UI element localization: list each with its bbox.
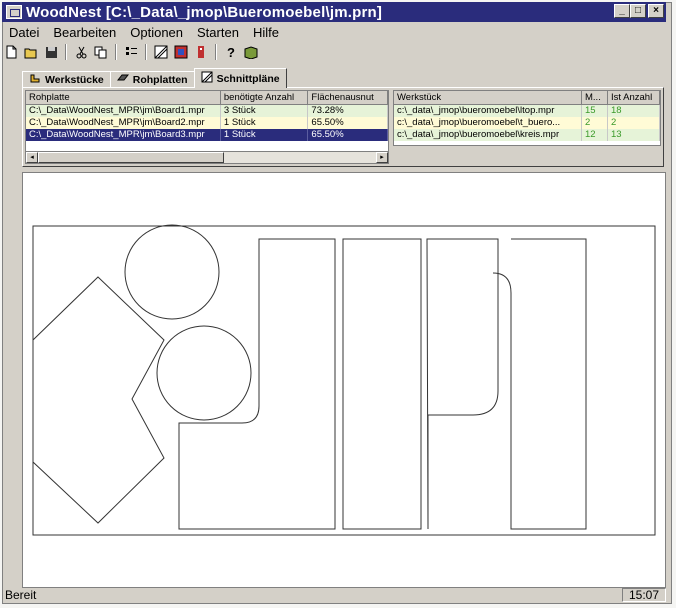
- scroll-left-icon[interactable]: ◂: [26, 152, 38, 163]
- tab-schnittplaene[interactable]: Schnittpläne: [193, 68, 287, 88]
- title-bar[interactable]: WoodNest [C:\_Data\_jmop\Bueromoebel\jm.…: [2, 2, 666, 22]
- parts-table: Werkstück M... Ist Anzahl c:\_data\_jmop…: [393, 90, 661, 146]
- menu-bar: Datei Bearbeiten Optionen Starten Hilfe: [2, 23, 286, 41]
- tab-label: Rohplatten: [132, 73, 188, 86]
- cell-m: 2: [582, 117, 608, 129]
- l-part-left: [178, 238, 336, 530]
- cell-path: C:\_Data\WoodNest_MPR\jm\Board2.mpr: [26, 117, 221, 129]
- cell-ist: 2: [608, 117, 660, 129]
- tab-strip: Werkstücke Rohplatten Schnittpläne: [22, 68, 287, 88]
- tab-label: Werkstücke: [45, 73, 104, 86]
- scroll-right-icon[interactable]: ▸: [376, 152, 388, 163]
- table-header: Rohplatte benötigte Anzahl Flächenausnut: [26, 91, 388, 105]
- cutplan-drawing: [32, 224, 656, 536]
- menu-starten[interactable]: Starten: [190, 25, 246, 40]
- tab-werkstuecke[interactable]: Werkstücke: [22, 71, 111, 88]
- hexagon-part: [32, 276, 165, 524]
- column-header-anzahl[interactable]: benötigte Anzahl: [220, 91, 309, 105]
- color-icon[interactable]: [172, 43, 190, 61]
- board-outline: [32, 225, 656, 536]
- cutplan-icon: [201, 71, 213, 86]
- cell-usage: 73.28%: [308, 105, 388, 117]
- tab-label: Schnittpläne: [216, 72, 280, 85]
- status-bar: Bereit 15:07: [2, 588, 666, 602]
- menu-hilfe[interactable]: Hilfe: [246, 25, 286, 40]
- cell-count: 3 Stück: [221, 105, 309, 117]
- help-icon[interactable]: ?: [222, 43, 240, 61]
- cell-ist: 18: [608, 105, 660, 117]
- column-header-m[interactable]: M...: [582, 91, 608, 105]
- save-icon[interactable]: [42, 43, 60, 61]
- scroll-thumb[interactable]: [38, 152, 224, 163]
- column-header-werkstueck[interactable]: Werkstück: [394, 91, 582, 105]
- toolbar-separator: [115, 44, 117, 60]
- close-button[interactable]: ×: [648, 4, 664, 18]
- app-icon[interactable]: [6, 5, 22, 19]
- nest-icon[interactable]: [152, 43, 170, 61]
- cell-count: 1 Stück: [221, 117, 309, 129]
- column-header-flaechenausnutzung[interactable]: Flächenausnut: [308, 91, 388, 105]
- cell-m: 12: [582, 129, 608, 141]
- cell-usage: 65.50%: [308, 117, 388, 129]
- window-controls: _ □ ×: [614, 4, 664, 18]
- cell-path: c:\_data\_jmop\bueromoebel\t_buero...: [394, 117, 582, 129]
- toolbar-separator: [215, 44, 217, 60]
- menu-optionen[interactable]: Optionen: [123, 25, 190, 40]
- column-header-rohplatte[interactable]: Rohplatte: [26, 91, 221, 105]
- table-row[interactable]: c:\_data\_jmop\bueromoebel\t_buero... 2 …: [394, 117, 660, 129]
- info-icon[interactable]: [192, 43, 210, 61]
- column-header-ist-anzahl[interactable]: Ist Anzahl: [608, 91, 660, 105]
- circle-part-bottom: [156, 325, 252, 421]
- cell-path: c:\_data\_jmop\bueromoebel\ltop.mpr: [394, 105, 582, 117]
- menu-datei[interactable]: Datei: [2, 25, 46, 40]
- cutplan-canvas[interactable]: [22, 172, 666, 588]
- cell-path: C:\_Data\WoodNest_MPR\jm\Board1.mpr: [26, 105, 221, 117]
- table-row[interactable]: c:\_data\_jmop\bueromoebel\kreis.mpr 12 …: [394, 129, 660, 141]
- workpiece-icon: [29, 72, 41, 87]
- new-icon[interactable]: [2, 43, 20, 61]
- book-icon[interactable]: [242, 43, 260, 61]
- toolbar: ?: [2, 42, 260, 62]
- open-icon[interactable]: [22, 43, 40, 61]
- menu-bearbeiten[interactable]: Bearbeiten: [46, 25, 123, 40]
- cell-m: 15: [582, 105, 608, 117]
- minimize-button[interactable]: _: [614, 4, 630, 18]
- l-part-right-outer: [492, 238, 587, 530]
- cutplan-panel: Rohplatte benötigte Anzahl Flächenausnut…: [22, 87, 664, 167]
- table-header: Werkstück M... Ist Anzahl: [394, 91, 660, 105]
- cell-ist: 13: [608, 129, 660, 141]
- cut-icon[interactable]: [72, 43, 90, 61]
- status-text: Bereit: [5, 588, 37, 602]
- toolbar-separator: [65, 44, 67, 60]
- copy-icon[interactable]: [92, 43, 110, 61]
- board-icon: [116, 72, 129, 87]
- table-row-selected[interactable]: C:\_Data\WoodNest_MPR\jm\Board3.mpr 1 St…: [26, 129, 388, 141]
- window-title: WoodNest [C:\_Data\_jmop\Bueromoebel\jm.…: [26, 3, 383, 21]
- table-row[interactable]: C:\_Data\WoodNest_MPR\jm\Board2.mpr 1 St…: [26, 117, 388, 129]
- table-row[interactable]: c:\_data\_jmop\bueromoebel\ltop.mpr 15 1…: [394, 105, 660, 117]
- circle-part-top: [124, 224, 220, 320]
- l-part-right: [426, 238, 499, 530]
- cell-path: c:\_data\_jmop\bueromoebel\kreis.mpr: [394, 129, 582, 141]
- tab-rohplatten[interactable]: Rohplatten: [109, 71, 195, 88]
- list-icon[interactable]: [122, 43, 140, 61]
- status-clock: 15:07: [621, 588, 666, 602]
- boards-table: Rohplatte benötigte Anzahl Flächenausnut…: [25, 90, 389, 164]
- table-row[interactable]: C:\_Data\WoodNest_MPR\jm\Board1.mpr 3 St…: [26, 105, 388, 117]
- toolbar-separator: [145, 44, 147, 60]
- cell-usage: 65.50%: [308, 129, 388, 141]
- maximize-button[interactable]: □: [630, 4, 646, 18]
- horizontal-scrollbar[interactable]: ◂ ▸: [26, 151, 388, 163]
- rect-part-middle: [342, 238, 422, 530]
- cell-count: 1 Stück: [221, 129, 309, 141]
- cell-path: C:\_Data\WoodNest_MPR\jm\Board3.mpr: [26, 129, 221, 141]
- svg-text:?: ?: [227, 45, 235, 59]
